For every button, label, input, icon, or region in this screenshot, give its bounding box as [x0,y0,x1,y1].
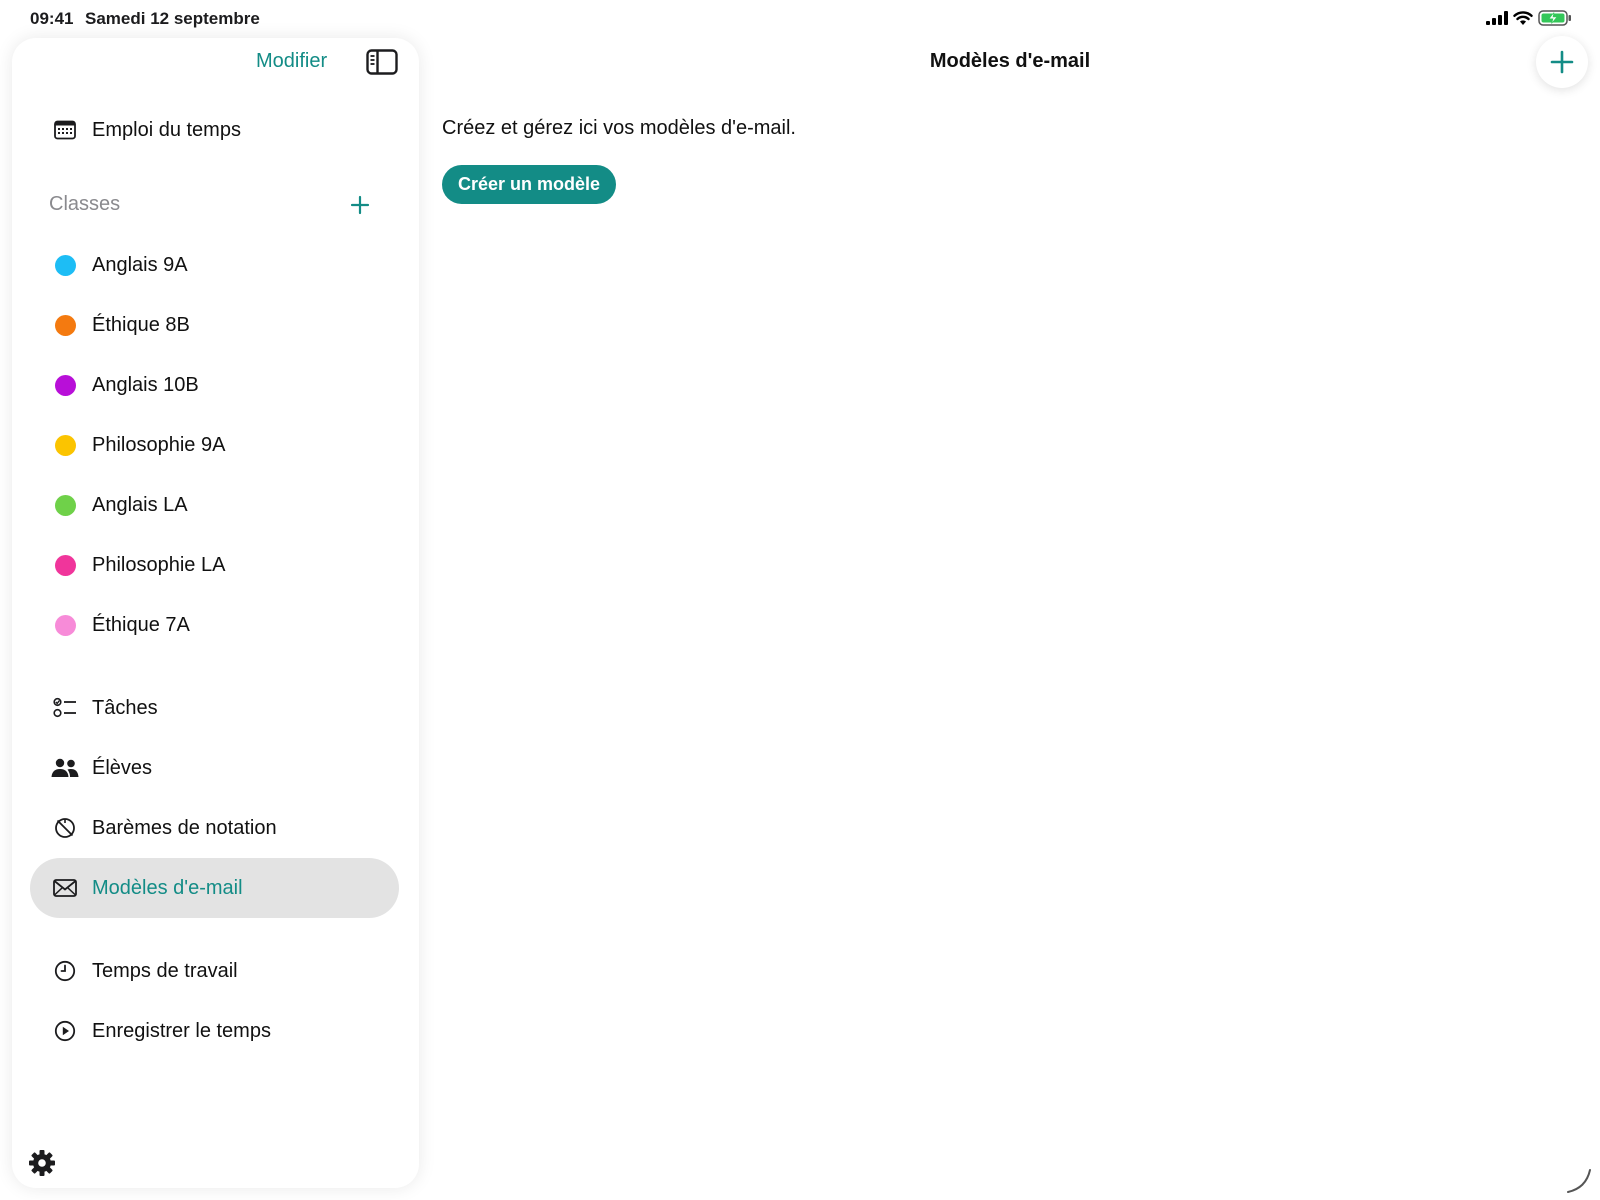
class-color-dot [54,254,76,276]
class-item-philosophie-la[interactable]: Philosophie LA [30,535,399,595]
class-color-dot [54,374,76,396]
settings-gear-icon[interactable] [27,1148,57,1178]
sidebar-item-schedule[interactable]: Emploi du temps [30,100,399,160]
class-item-label: Philosophie LA [92,553,226,576]
clock-icon [50,956,80,986]
page-title: Modèles d'e-mail [929,50,1091,72]
envelope-icon [50,873,80,903]
status-date: Samedi 12 septembre [85,9,260,28]
sidebar-toggle-icon[interactable] [366,49,398,75]
sidebar-item-label: Emploi du temps [92,118,241,141]
sidebar-item-record-time[interactable]: Enregistrer le temps [30,1001,399,1061]
sidebar-item-label: Élèves [92,756,153,779]
plus-icon [1550,50,1574,74]
cellular-signal-icon [1486,11,1508,25]
class-item-anglais-9a[interactable]: Anglais 9A [30,235,399,295]
class-item-label: Éthique 7A [92,613,190,636]
sidebar-item-working-time[interactable]: Temps de travail [30,941,399,1001]
class-item-anglais-10b[interactable]: Anglais 10B [30,355,399,415]
class-item-anglais-la[interactable]: Anglais LA [30,475,399,535]
checklist-icon [50,693,80,723]
sidebar-item-email-templates[interactable]: Modèles d'e-mail [30,858,399,918]
sidebar-item-tasks[interactable]: Tâches [30,678,399,738]
resize-corner-icon [1567,1169,1591,1193]
status-time: 09:41 [30,9,74,28]
calendar-icon [50,115,80,145]
classes-section-header: Classes [49,193,121,215]
sidebar-item-label: Enregistrer le temps [92,1019,271,1042]
status-bar: 09:41 Samedi 12 septembre [0,0,1600,36]
class-color-dot [54,494,76,516]
add-class-icon[interactable] [348,193,372,217]
class-item-label: Philosophie 9A [92,433,226,456]
add-template-button[interactable] [1536,36,1588,88]
sidebar: Modifier Emploi du temps Classes Anglais… [12,38,419,1188]
class-color-dot [54,434,76,456]
class-item-label: Anglais LA [92,493,188,516]
class-item-label: Éthique 8B [92,313,190,336]
class-color-dot [54,554,76,576]
intro-text: Créez et gérez ici vos modèles d'e-mail. [442,117,796,139]
class-item-ethique-7a[interactable]: Éthique 7A [30,595,399,655]
class-item-ethique-8b[interactable]: Éthique 8B [30,295,399,355]
class-color-dot [54,614,76,636]
edit-button[interactable]: Modifier [256,50,327,73]
wifi-icon [1513,10,1533,25]
sidebar-item-label: Modèles d'e-mail [92,876,243,899]
people-icon [50,753,80,783]
sidebar-item-label: Barèmes de notation [92,816,277,839]
play-circle-icon [50,1016,80,1046]
create-template-button[interactable]: Créer un modèle [442,165,617,204]
sidebar-item-students[interactable]: Élèves [30,738,399,798]
sidebar-item-label: Tâches [92,696,158,719]
sidebar-item-label: Temps de travail [92,959,238,982]
class-color-dot [54,314,76,336]
status-icons [1486,10,1572,26]
sidebar-item-grading-scales[interactable]: Barèmes de notation [30,798,399,858]
class-item-label: Anglais 10B [92,373,199,396]
battery-charging-icon [1538,10,1571,26]
grading-scale-icon [50,813,80,843]
class-item-label: Anglais 9A [92,253,188,276]
class-item-philosophie-9a[interactable]: Philosophie 9A [30,415,399,475]
